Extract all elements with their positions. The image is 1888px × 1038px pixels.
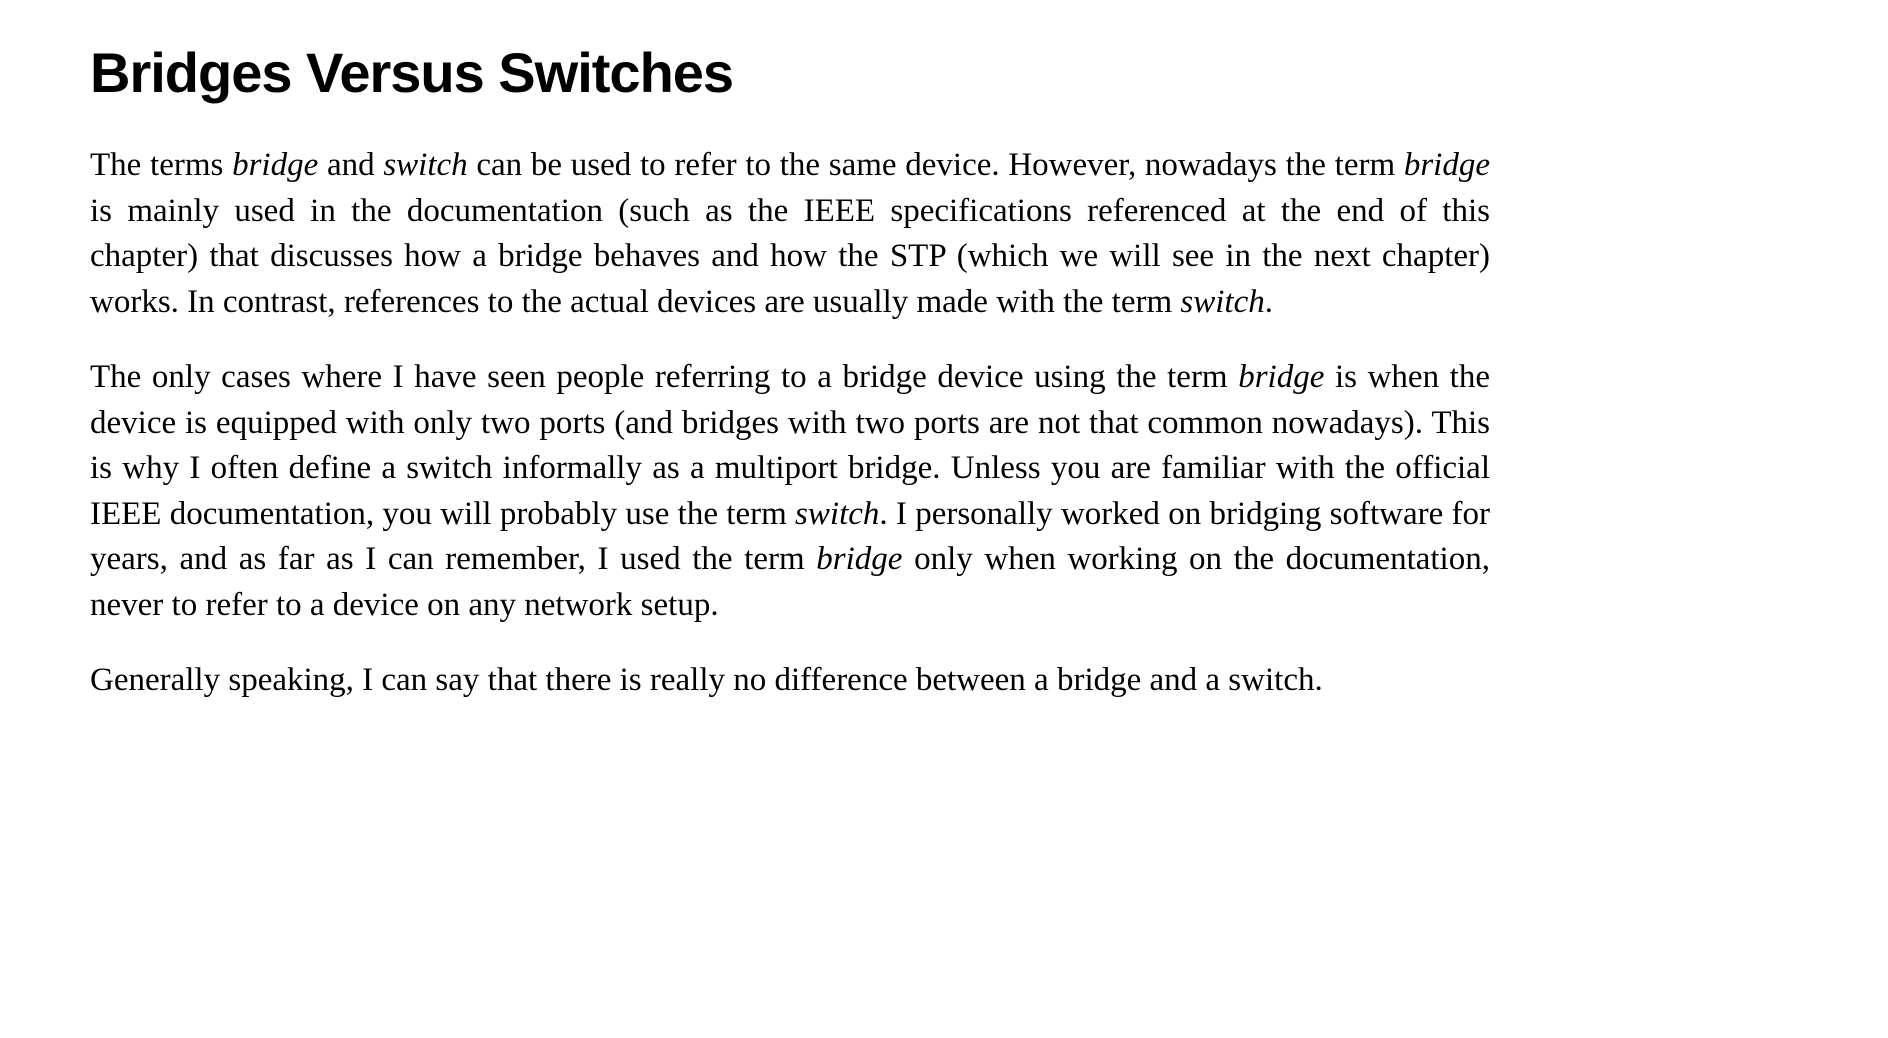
paragraph-3: Generally speaking, I can say that there… <box>90 658 1490 704</box>
text-run: and <box>318 147 383 183</box>
text-run: . <box>1265 284 1273 320</box>
text-run: Generally speaking, I can say that there… <box>90 662 1323 698</box>
section-heading: Bridges Versus Switches <box>90 40 1490 105</box>
italic-term-switch: switch <box>795 496 879 532</box>
text-run: can be used to refer to the same device.… <box>468 147 1404 183</box>
document-content: Bridges Versus Switches The terms bridge… <box>90 40 1490 704</box>
text-run: The only cases where I have seen people … <box>90 359 1238 395</box>
paragraph-1: The terms bridge and switch can be used … <box>90 143 1490 325</box>
paragraph-2: The only cases where I have seen people … <box>90 355 1490 628</box>
italic-term-bridge: bridge <box>232 147 318 183</box>
text-run: is mainly used in the documentation (suc… <box>90 193 1490 320</box>
italic-term-bridge: bridge <box>816 541 902 577</box>
italic-term-bridge: bridge <box>1404 147 1490 183</box>
italic-term-switch: switch <box>383 147 467 183</box>
text-run: The terms <box>90 147 232 183</box>
italic-term-switch: switch <box>1180 284 1264 320</box>
italic-term-bridge: bridge <box>1238 359 1324 395</box>
